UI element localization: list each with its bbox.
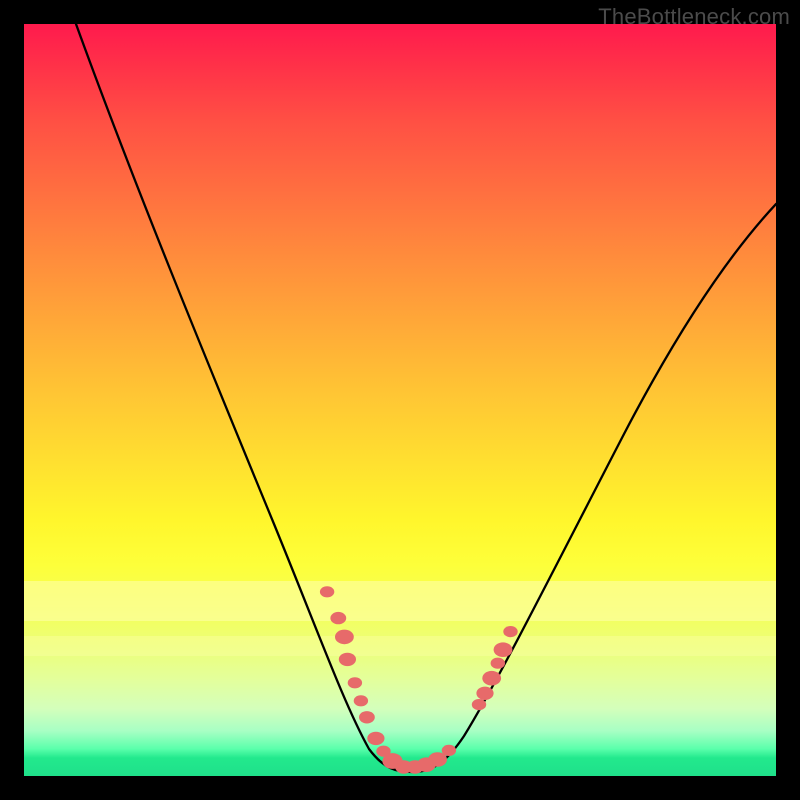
curve-marker — [330, 612, 346, 624]
curve-marker — [335, 630, 354, 645]
bottleneck-curve-svg — [24, 24, 776, 776]
curve-marker — [503, 626, 517, 637]
curve-marker — [348, 677, 362, 688]
curve-marker — [494, 642, 513, 657]
chart-frame — [24, 24, 776, 776]
curve-marker — [367, 732, 384, 745]
marker-group — [320, 586, 518, 774]
curve-marker — [491, 658, 505, 669]
curve-marker — [359, 711, 375, 723]
curve-marker — [320, 586, 334, 597]
curve-marker — [472, 699, 486, 710]
watermark-text: TheBottleneck.com — [598, 4, 790, 30]
bottleneck-curve-path — [76, 24, 776, 772]
curve-marker — [476, 687, 493, 700]
curve-marker — [354, 695, 368, 706]
curve-marker — [339, 653, 356, 666]
curve-marker — [482, 671, 501, 686]
curve-marker — [442, 745, 456, 756]
